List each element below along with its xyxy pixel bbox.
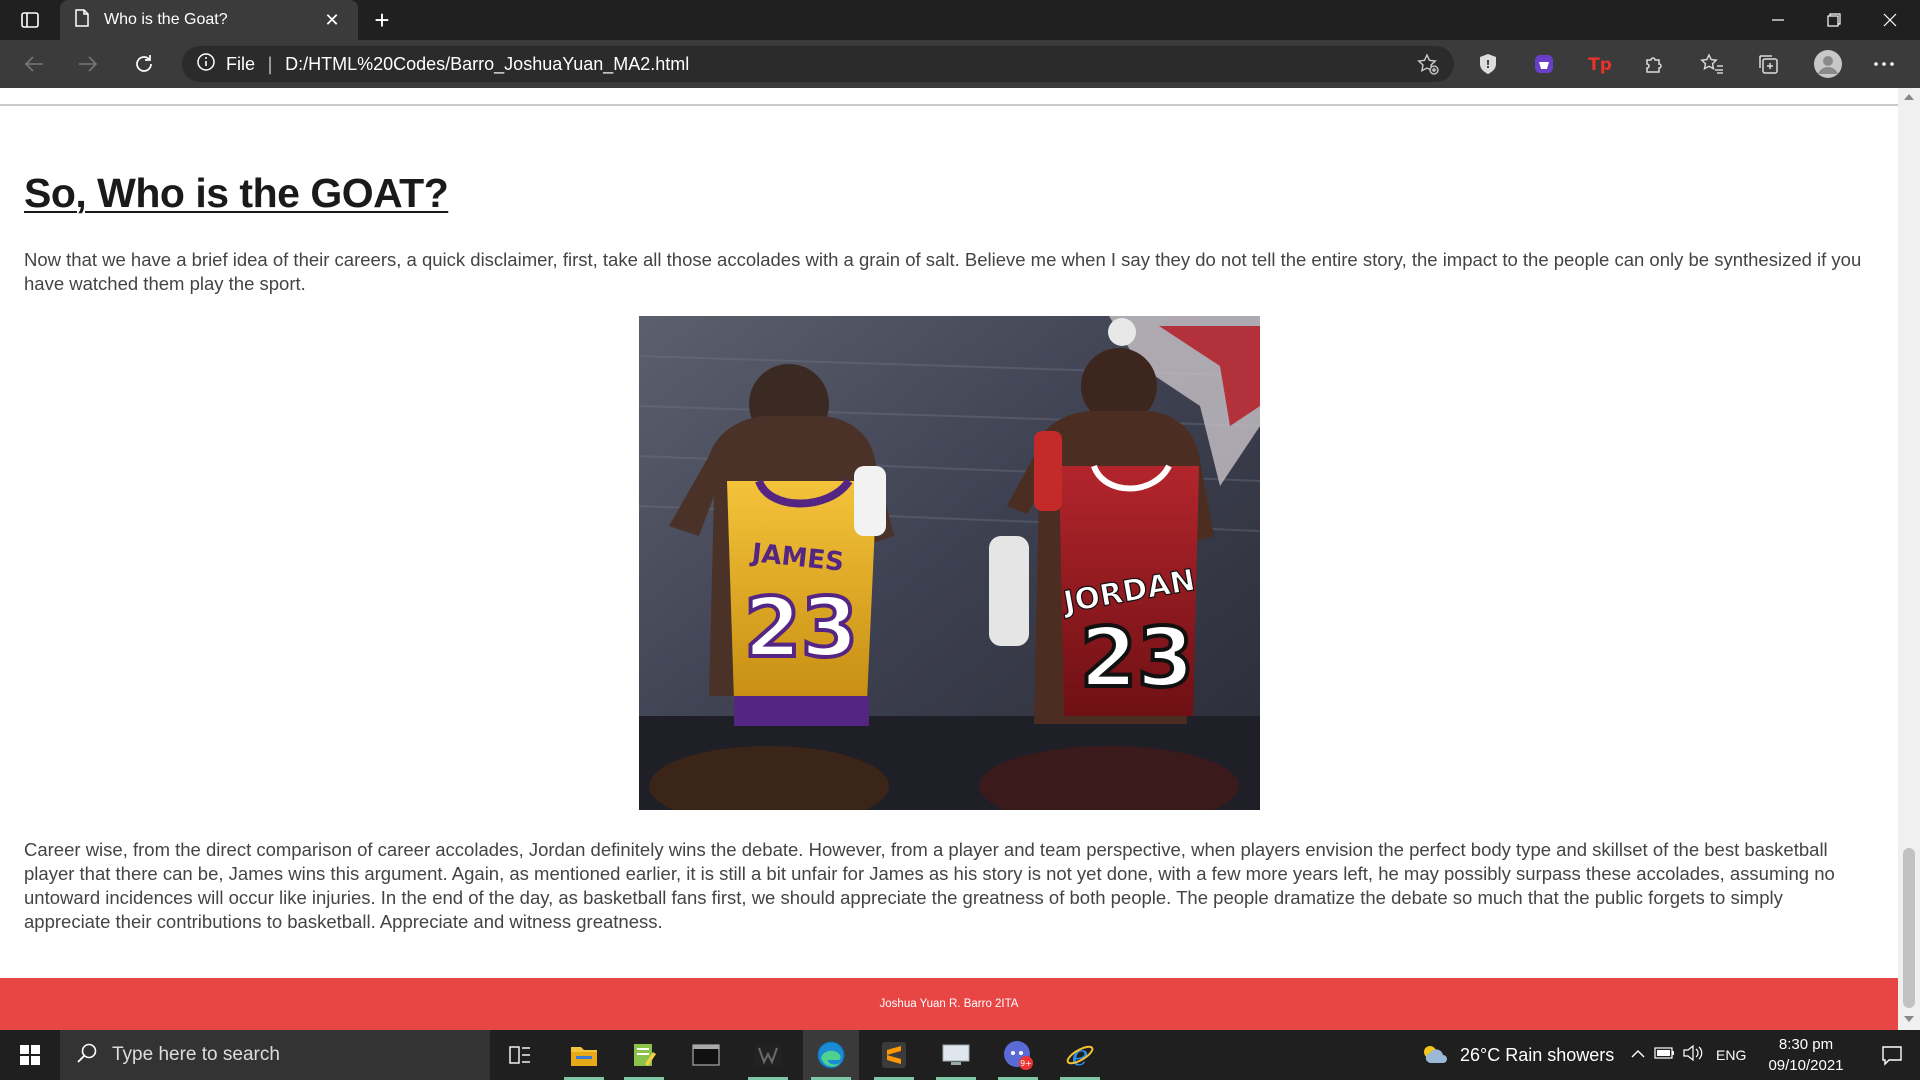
vertical-scrollbar[interactable]: [1898, 88, 1920, 1030]
svg-text:e: e: [1072, 1040, 1089, 1070]
address-bar[interactable]: File | D:/HTML%20Codes/Barro_JoshuaYuan_…: [182, 46, 1454, 82]
profile-avatar[interactable]: [1808, 44, 1848, 84]
tab-title: Who is the Goat?: [104, 11, 228, 28]
volume-icon[interactable]: [1682, 1044, 1704, 1067]
close-window-button[interactable]: [1862, 0, 1918, 40]
language-indicator[interactable]: ENG: [1716, 1047, 1746, 1063]
search-icon: [76, 1042, 98, 1068]
shield-extension-icon[interactable]: !: [1468, 44, 1508, 84]
minimize-button[interactable]: [1750, 0, 1806, 40]
clock-date: 09/10/2021: [1768, 1057, 1844, 1074]
refresh-button[interactable]: [124, 44, 164, 84]
system-tray: ENG: [1630, 1030, 1746, 1080]
taskbar-search[interactable]: Type here to search: [60, 1030, 490, 1080]
footer-text: Joshua Yuan R. Barro 2ITA: [879, 998, 1019, 1010]
address-url[interactable]: D:/HTML%20Codes/Barro_JoshuaYuan_MA2.htm…: [285, 54, 689, 75]
james-jordan-photo: JAMES 23 JORDAN 23: [639, 316, 1260, 810]
scroll-down-arrow[interactable]: [1904, 1016, 1914, 1022]
conclusion-paragraph: Career wise, from the direct comparison …: [24, 839, 1835, 932]
horizontal-rule: [0, 104, 1898, 106]
notepad-app-icon[interactable]: [616, 1030, 672, 1080]
clock-time: 8:30 pm: [1778, 1036, 1834, 1053]
settings-more-icon[interactable]: [1864, 44, 1904, 84]
battery-icon[interactable]: [1654, 1046, 1676, 1065]
windows-logo-icon: [20, 1045, 40, 1065]
browser-tab[interactable]: Who is the Goat? ✕: [60, 0, 358, 40]
add-favorite-icon[interactable]: [1408, 44, 1448, 84]
file-explorer-icon[interactable]: [556, 1030, 612, 1080]
edge-browser-icon[interactable]: [803, 1030, 859, 1080]
address-separator: |: [267, 53, 274, 75]
search-placeholder: Type here to search: [112, 1044, 280, 1065]
page-footer: Joshua Yuan R. Barro 2ITA: [0, 978, 1898, 1030]
intro-paragraph: Now that we have a brief idea of their c…: [24, 249, 1862, 294]
start-button[interactable]: [0, 1030, 60, 1080]
weather-widget[interactable]: 26°C Rain showers: [1420, 1030, 1614, 1080]
taskbar-clock[interactable]: 8:30 pm 09/10/2021: [1764, 1034, 1848, 1076]
page-document-icon: [74, 9, 90, 31]
weather-text: 26°C Rain showers: [1460, 1044, 1615, 1065]
tp-extension-icon[interactable]: Tp: [1580, 44, 1620, 84]
page-heading: So, Who is the GOAT?: [24, 170, 449, 216]
scroll-up-arrow[interactable]: [1904, 94, 1914, 100]
forward-button[interactable]: [68, 44, 108, 84]
svg-text:9+: 9+: [1020, 1059, 1032, 1068]
gaming-app-icon[interactable]: [740, 1030, 796, 1080]
internet-explorer-icon[interactable]: e: [1052, 1030, 1108, 1080]
address-scheme-label: File: [226, 53, 256, 74]
collections-icon[interactable]: [1748, 44, 1788, 84]
svg-text:Tp: Tp: [1588, 55, 1612, 75]
new-tab-button[interactable]: +: [362, 0, 402, 40]
extensions-puzzle-icon[interactable]: [1634, 44, 1674, 84]
task-view-icon[interactable]: [492, 1030, 548, 1080]
remote-desktop-icon[interactable]: [928, 1030, 984, 1080]
show-hidden-icons-chevron[interactable]: [1630, 1046, 1646, 1064]
purple-extension-icon[interactable]: [1524, 44, 1564, 84]
tab-close-icon[interactable]: ✕: [320, 10, 344, 31]
james-jersey-number: 23: [744, 581, 858, 676]
svg-text:!: !: [1485, 58, 1490, 71]
info-icon[interactable]: [196, 52, 216, 76]
notification-center-icon[interactable]: [1864, 1030, 1920, 1080]
browser-titlebar: Who is the Goat? ✕ +: [0, 0, 1920, 40]
windows-taskbar: Type here to search 9+ e 26°C Rain showe…: [0, 1030, 1920, 1080]
scroll-thumb[interactable]: [1903, 848, 1915, 1008]
browser-toolbar: File | D:/HTML%20Codes/Barro_JoshuaYuan_…: [0, 40, 1920, 88]
chat-app-icon[interactable]: 9+: [990, 1030, 1046, 1080]
jordan-jersey-number: 23: [1080, 611, 1194, 706]
back-button[interactable]: [14, 44, 54, 84]
page-viewport: So, Who is the GOAT? Now that we have a …: [0, 88, 1898, 1030]
tab-actions-icon[interactable]: [2, 0, 58, 40]
restore-button[interactable]: [1806, 0, 1862, 40]
terminal-app-icon[interactable]: [678, 1030, 734, 1080]
sublime-text-icon[interactable]: [866, 1030, 922, 1080]
rain-cloud-icon: [1424, 1046, 1447, 1063]
favorites-icon[interactable]: [1692, 44, 1732, 84]
